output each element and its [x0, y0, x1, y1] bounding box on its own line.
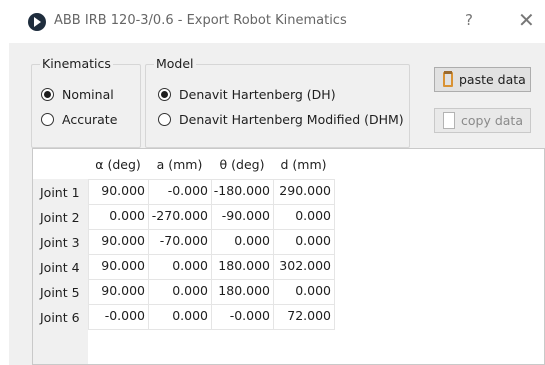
column-header-a[interactable]: a (mm) — [148, 157, 211, 172]
table-cell[interactable]: 180.000 — [211, 258, 270, 273]
grid-line — [88, 279, 334, 280]
dhm-radio-label[interactable]: Denavit Hartenberg Modified (DHM) — [179, 112, 404, 127]
copy-data-label: copy data — [461, 113, 523, 128]
table-cell[interactable]: 90.000 — [88, 183, 145, 198]
table-cell[interactable]: 72.000 — [273, 308, 331, 323]
dh-radio-button[interactable] — [158, 88, 171, 101]
table-cell[interactable]: 0.000 — [148, 283, 208, 298]
grid-line — [88, 229, 334, 230]
grid-line — [334, 179, 335, 330]
table-cell[interactable]: -0.000 — [211, 308, 270, 323]
accurate-radio-option[interactable]: Accurate — [41, 112, 117, 127]
column-header-alpha[interactable]: α (deg) — [88, 157, 148, 172]
kinematics-table[interactable]: α (deg) a (mm) θ (deg) d (mm) Joint 1 Jo… — [32, 148, 545, 365]
table-cell[interactable]: -180.000 — [211, 183, 270, 198]
table-cell[interactable]: 302.000 — [273, 258, 331, 273]
robodk-app-icon — [28, 13, 46, 31]
accurate-radio-label[interactable]: Accurate — [62, 112, 117, 127]
row-header-joint-1[interactable]: Joint 1 — [40, 185, 80, 200]
table-cell[interactable]: 180.000 — [211, 283, 270, 298]
table-cell[interactable]: 290.000 — [273, 183, 331, 198]
table-cell[interactable]: 0.000 — [148, 308, 208, 323]
kinematics-group: Kinematics Nominal Accurate — [31, 56, 141, 148]
grid-line — [88, 329, 334, 330]
grid-line — [88, 204, 334, 205]
table-cell[interactable]: 90.000 — [88, 283, 145, 298]
paste-data-label: paste data — [459, 72, 526, 87]
grid-line — [88, 179, 334, 180]
row-header-joint-5[interactable]: Joint 5 — [40, 285, 80, 300]
table-cell[interactable]: 0.000 — [273, 208, 331, 223]
dhm-radio-button[interactable] — [158, 113, 171, 126]
clipboard-paste-icon — [443, 71, 453, 87]
table-cell[interactable]: 0.000 — [211, 233, 270, 248]
nominal-radio-option[interactable]: Nominal — [41, 87, 114, 102]
background-window-edge — [0, 0, 9, 365]
table-cell[interactable]: 0.000 — [273, 283, 331, 298]
row-header-joint-3[interactable]: Joint 3 — [40, 235, 80, 250]
grid-line — [88, 304, 334, 305]
table-cell[interactable]: 0.000 — [273, 233, 331, 248]
model-group: Model Denavit Hartenberg (DH) Denavit Ha… — [145, 56, 410, 148]
model-group-label: Model — [154, 56, 196, 71]
column-header-d[interactable]: d (mm) — [273, 157, 334, 172]
export-kinematics-dialog: ABB IRB 120-3/0.6 - Export Robot Kinemat… — [0, 0, 545, 365]
paste-data-button[interactable]: paste data — [434, 67, 531, 92]
row-header-joint-2[interactable]: Joint 2 — [40, 210, 80, 225]
table-cell[interactable]: 90.000 — [88, 258, 145, 273]
title-bar[interactable]: ABB IRB 120-3/0.6 - Export Robot Kinemat… — [9, 0, 545, 43]
grid-line — [88, 254, 334, 255]
table-cell[interactable]: 90.000 — [88, 233, 145, 248]
table-cell[interactable]: 0.000 — [148, 258, 208, 273]
table-cell[interactable]: -90.000 — [211, 208, 270, 223]
table-cell[interactable]: -0.000 — [88, 308, 145, 323]
table-cell[interactable]: -270.000 — [148, 208, 208, 223]
column-header-theta[interactable]: θ (deg) — [211, 157, 273, 172]
window-title: ABB IRB 120-3/0.6 - Export Robot Kinemat… — [54, 13, 347, 28]
dh-radio-label[interactable]: Denavit Hartenberg (DH) — [179, 87, 336, 102]
nominal-radio-label[interactable]: Nominal — [62, 87, 114, 102]
table-cell[interactable]: 0.000 — [88, 208, 145, 223]
close-button[interactable]: ✕ — [518, 8, 535, 32]
copy-document-icon — [443, 112, 455, 129]
table-cell[interactable]: -70.000 — [148, 233, 208, 248]
help-button[interactable]: ? — [465, 11, 473, 29]
table-cell[interactable]: -0.000 — [148, 183, 208, 198]
copy-data-button[interactable]: copy data — [434, 108, 531, 133]
row-header-joint-4[interactable]: Joint 4 — [40, 260, 80, 275]
kinematics-group-label: Kinematics — [40, 56, 113, 71]
dhm-radio-option[interactable]: Denavit Hartenberg Modified (DHM) — [158, 112, 404, 127]
dh-radio-option[interactable]: Denavit Hartenberg (DH) — [158, 87, 336, 102]
nominal-radio-button[interactable] — [41, 88, 54, 101]
accurate-radio-button[interactable] — [41, 113, 54, 126]
row-header-joint-6[interactable]: Joint 6 — [40, 310, 80, 325]
